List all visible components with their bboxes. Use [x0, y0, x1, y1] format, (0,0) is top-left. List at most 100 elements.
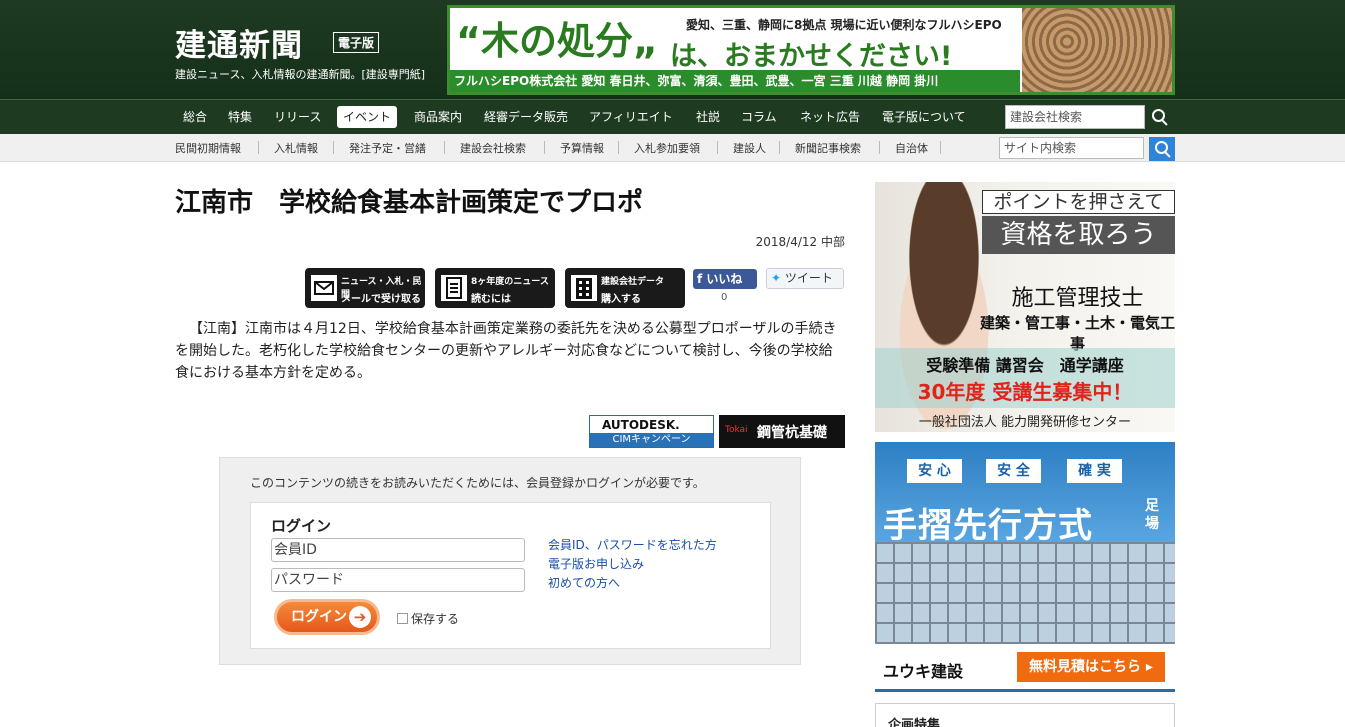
- nav-item-event[interactable]: イベント: [337, 106, 398, 128]
- side-ad-scaffold[interactable]: 安 心 安 全 確 実 手摺先行方式 足場 ユウキ建設 無料見積はこちら ▸: [875, 442, 1175, 692]
- site-header: 建通新聞 電子版 建設ニュース、入札情報の建通新聞。[建設専門紙] “木の処分„…: [0, 0, 1345, 99]
- free-estimate-button[interactable]: 無料見積はこちら ▸: [1017, 652, 1165, 682]
- subnav-item-people[interactable]: 建設人: [733, 140, 766, 156]
- ad-main-text: は、おまかせください!: [670, 41, 953, 72]
- top-banner-ad[interactable]: “木の処分„ 愛知、三重、静岡に8拠点 現場に近い便利なフルハシEPO は、おま…: [447, 5, 1175, 95]
- autodesk-logo-text: AUTODESK.: [602, 418, 680, 432]
- ad-wood-image: [1022, 8, 1172, 92]
- nav-item-release[interactable]: リリース: [268, 106, 327, 128]
- subnav-item-budget[interactable]: 予算情報: [560, 140, 604, 156]
- tweet-button[interactable]: ✦ ツイート: [766, 268, 844, 289]
- subnav-item-municipality[interactable]: 自治体: [895, 140, 928, 156]
- ad-line3: 受験準備 講習会 通学講座: [926, 356, 1124, 375]
- subnav-divider: [879, 141, 880, 154]
- ad-header2: 資格を取ろう: [982, 216, 1175, 254]
- tweet-label: ツイート: [784, 271, 833, 285]
- site-tagline: 建設ニュース、入札情報の建通新聞。[建設専門紙]: [175, 68, 426, 81]
- nav-item-affiliate[interactable]: アフィリエイト: [583, 106, 679, 128]
- subnav-item-private[interactable]: 民間初期情報: [175, 140, 241, 156]
- ad-scaffold-image: [875, 542, 1175, 644]
- ad-headline: “木の処分„: [456, 19, 658, 63]
- ad-header1: ポイントを押さえて: [982, 190, 1175, 214]
- ad-tag-safety1: 安 心: [907, 459, 962, 483]
- password-input[interactable]: パスワード: [271, 568, 525, 592]
- ad-company-name: ユウキ建設: [883, 662, 964, 681]
- checkbox-box[interactable]: [397, 613, 408, 624]
- button-line2: 読むには: [471, 294, 511, 305]
- nav-item-about-digital[interactable]: 電子版について: [876, 106, 972, 128]
- article-date: 2018/4/12 中部: [755, 235, 845, 249]
- search-icon: [1151, 138, 1173, 160]
- nav-item-column[interactable]: コラム: [735, 106, 783, 128]
- ad-tag-safety2: 安 全: [986, 459, 1041, 483]
- login-button-label: ログイン: [291, 609, 347, 625]
- nav-item-feature[interactable]: 特集: [222, 106, 258, 128]
- nav-item-products[interactable]: 商品案内: [408, 106, 468, 128]
- ad-scaffold-footing: 足場: [1145, 498, 1159, 532]
- like-label: いいね: [706, 272, 743, 286]
- login-notice: このコンテンツの続きをお読みいただくためには、会員登録かログインが必要です。: [250, 476, 705, 490]
- main-nav: 総合 特集 リリース イベント 商品案内 経審データ販売 アフィリエイト 社説 …: [0, 99, 1345, 134]
- remember-label: 保存する: [411, 612, 460, 626]
- subnav-divider: [544, 141, 545, 154]
- site-search-button[interactable]: [1149, 137, 1175, 161]
- subnav-divider: [444, 141, 445, 154]
- document-icon: [441, 275, 467, 301]
- cim-campaign-text: CIMキャンペーン: [590, 433, 713, 447]
- subnav-item-bid[interactable]: 入札情報: [274, 140, 318, 156]
- ad-bar-text: フルハシEPO株式会社 愛知 春日井、弥富、清須、豊田、武豊、一宮 三重 川越 …: [450, 70, 1020, 92]
- autodesk-cim-banner[interactable]: AUTODESK. CIMキャンペーン: [589, 415, 714, 448]
- steel-maker-logo: Tokai: [725, 425, 748, 435]
- login-button[interactable]: ログイン ➔: [274, 599, 380, 635]
- ad-line4: 30年度 受講生募集中！: [917, 380, 1133, 404]
- remember-checkbox[interactable]: 保存する: [397, 610, 459, 627]
- ad-line1: 施工管理技士: [1011, 286, 1144, 311]
- login-panel: このコンテンツの続きをお読みいただくためには、会員登録かログインが必要です。 ロ…: [219, 457, 801, 665]
- subnav-divider: [258, 141, 259, 154]
- ad-line5: 一般社団法人 能力開発研修センター: [918, 415, 1132, 430]
- subnav-divider: [618, 141, 619, 154]
- ad-bottom-bar: ユウキ建設 無料見積はこちら ▸: [875, 644, 1175, 689]
- button-line1: 建設会社データ: [601, 277, 665, 287]
- read-news-button[interactable]: 8ヶ年度のニュース 読むには: [435, 268, 555, 308]
- special-feature-title: 企画特集: [888, 718, 941, 727]
- nav-item-editorial[interactable]: 社説: [690, 106, 726, 128]
- nav-item-net-ad[interactable]: ネット広告: [794, 106, 866, 128]
- nav-item-keishin[interactable]: 経審データ販売: [478, 106, 574, 128]
- article-title: 江南市 学校給食基本計画策定でプロポ: [175, 188, 644, 218]
- steel-pile-banner[interactable]: Tokai 鋼管杭基礎: [719, 415, 845, 448]
- like-count: 0: [721, 292, 728, 303]
- subnav-item-bid-rules[interactable]: 入札参加要領: [634, 140, 700, 156]
- login-heading: ログイン: [271, 517, 332, 535]
- facebook-icon: f: [697, 272, 707, 286]
- forgot-password-link[interactable]: 会員ID、パスワードを忘れた方: [548, 536, 717, 553]
- nav-item-general[interactable]: 総合: [177, 106, 213, 128]
- subnav-divider: [940, 141, 941, 154]
- subnav-item-company-search[interactable]: 建設会社検索: [460, 140, 526, 156]
- button-line1: 8ヶ年度のニュース: [471, 277, 549, 287]
- mail-icon: [311, 275, 337, 301]
- site-logo[interactable]: 建通新聞: [175, 20, 303, 65]
- ad-tag-sure: 確 実: [1067, 459, 1122, 483]
- arrow-right-icon: ➔: [349, 606, 371, 628]
- subnav-item-article-search[interactable]: 新聞記事検索: [795, 140, 861, 156]
- subnav-divider: [717, 141, 718, 154]
- subnav-divider: [779, 141, 780, 154]
- site-search-input[interactable]: サイト内検索: [999, 137, 1144, 159]
- side-ad-certification[interactable]: ポイントを押さえて 資格を取ろう 施工管理技士 建築・管工事・土木・電気工事 受…: [875, 182, 1175, 432]
- edition-badge: 電子版: [333, 32, 380, 53]
- subnav-item-schedule[interactable]: 発注予定・営繕: [349, 140, 426, 156]
- buy-company-data-button[interactable]: 建設会社データ 購入する: [565, 268, 685, 308]
- apply-digital-link[interactable]: 電子版お申し込み: [548, 555, 644, 572]
- facebook-like-button[interactable]: f いいね: [693, 269, 757, 289]
- steel-pile-text: 鋼管杭基礎: [757, 425, 827, 441]
- building-icon: [571, 275, 597, 301]
- member-id-input[interactable]: 会員ID: [271, 538, 525, 562]
- first-time-link[interactable]: 初めての方へ: [548, 574, 620, 591]
- mail-subscribe-button[interactable]: ニュース・入札・民間 メールで受け取る: [305, 268, 425, 308]
- button-line2: 購入する: [601, 294, 641, 305]
- search-icon[interactable]: [1148, 106, 1170, 128]
- company-search-input[interactable]: 建設会社検索: [1005, 105, 1145, 129]
- sub-nav: 民間初期情報 入札情報 発注予定・営繕 建設会社検索 予算情報 入札参加要領 建…: [0, 134, 1345, 162]
- ad-scaffold-headline: 手摺先行方式: [883, 506, 1093, 546]
